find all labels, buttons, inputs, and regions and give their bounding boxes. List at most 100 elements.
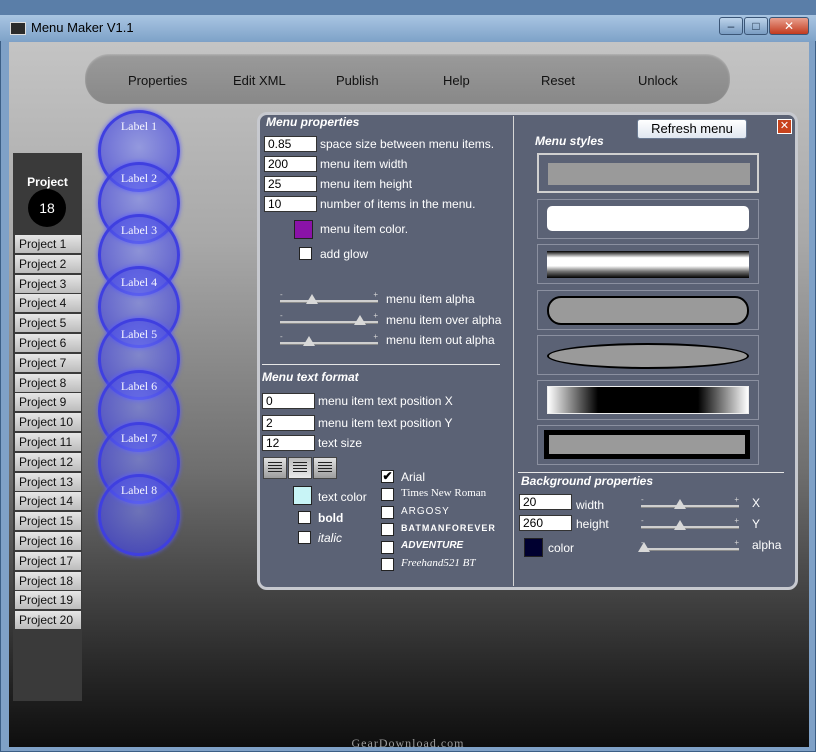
add-glow-label: add glow	[320, 247, 369, 261]
project-item[interactable]: Project 5	[15, 314, 81, 333]
bg-width-label: width	[576, 498, 605, 512]
project-item[interactable]: Project 16	[15, 532, 81, 550]
bg-y-slider[interactable]: - +	[641, 516, 739, 530]
refresh-menu-button[interactable]: Refresh menu	[637, 119, 747, 139]
text-color-label: text color	[318, 490, 367, 504]
menu-edit-xml[interactable]: Edit XML	[233, 73, 286, 88]
add-glow-checkbox[interactable]	[299, 247, 312, 260]
close-window-button[interactable]: ✕	[769, 17, 809, 35]
text-pos-x-input[interactable]	[262, 393, 315, 409]
preview-menu-label: Label 2	[120, 171, 158, 185]
project-item[interactable]: Project 1	[15, 235, 81, 253]
item-width-label: menu item width	[320, 157, 408, 171]
align-left-button[interactable]	[263, 457, 287, 479]
font-freehand-label: Freehand521 BT	[401, 557, 476, 569]
font-times-checkbox[interactable]	[381, 488, 394, 501]
project-item[interactable]: Project 13	[15, 472, 81, 491]
preview-menu-label: Label 4	[120, 275, 158, 289]
menu-help[interactable]: Help	[443, 73, 470, 88]
menu-unlock[interactable]: Unlock	[638, 73, 678, 88]
style-rounded-white[interactable]	[537, 199, 759, 239]
bg-height-input[interactable]	[519, 515, 572, 531]
align-center-button[interactable]	[288, 457, 312, 479]
watermark: GearDownload.com	[351, 736, 465, 750]
item-color-swatch[interactable]	[294, 220, 313, 239]
out-alpha-slider[interactable]: - +	[280, 332, 378, 346]
over-alpha-slider[interactable]: - +	[280, 311, 378, 325]
project-count-badge: 18	[28, 189, 66, 227]
project-item[interactable]: Project 20	[15, 611, 81, 630]
preview-menu-label: Label 1	[120, 119, 158, 133]
alpha-label: menu item alpha	[386, 292, 475, 306]
project-item[interactable]: Project 17	[15, 551, 81, 570]
text-color-swatch[interactable]	[293, 486, 312, 505]
alpha-slider[interactable]: - +	[280, 290, 378, 304]
text-format-title: Menu text format	[262, 370, 359, 384]
project-item[interactable]: Project 8	[15, 373, 81, 392]
italic-checkbox[interactable]	[298, 531, 311, 544]
style-flat[interactable]	[537, 153, 759, 193]
space-size-input[interactable]	[264, 136, 317, 152]
project-item[interactable]: Project 15	[15, 512, 81, 531]
item-width-input[interactable]	[264, 156, 317, 172]
background-title: Background properties	[521, 474, 654, 488]
style-pill-outline[interactable]	[537, 290, 759, 330]
project-item[interactable]: Project 2	[15, 254, 81, 273]
preview-menu-label: Label 8	[120, 483, 158, 497]
bg-alpha-slider[interactable]: - +	[637, 538, 739, 552]
menu-reset[interactable]: Reset	[541, 73, 575, 88]
font-freehand-checkbox[interactable]	[381, 558, 394, 571]
text-size-input[interactable]	[262, 435, 315, 451]
style-gradient[interactable]	[537, 380, 759, 420]
menu-properties[interactable]: Properties	[128, 73, 187, 88]
section-divider	[262, 364, 500, 365]
align-right-icon	[318, 462, 332, 474]
text-pos-x-label: menu item text position X	[318, 394, 453, 408]
font-arial-checkbox[interactable]: ✔	[381, 470, 394, 483]
project-item[interactable]: Project 10	[15, 413, 81, 432]
panel-divider	[513, 116, 514, 586]
bg-color-swatch[interactable]	[524, 538, 543, 557]
font-times-label: Times New Roman	[401, 487, 487, 499]
window-title: Menu Maker V1.1	[31, 20, 134, 35]
align-center-icon	[293, 462, 307, 474]
item-height-input[interactable]	[264, 176, 317, 192]
project-item[interactable]: Project 11	[15, 433, 81, 451]
project-item[interactable]: Project 18	[15, 571, 81, 590]
style-framed[interactable]	[537, 425, 759, 465]
project-item[interactable]: Project 12	[15, 452, 81, 471]
panel-close-icon[interactable]: ✕	[777, 119, 792, 134]
menu-properties-title: Menu properties	[266, 115, 360, 129]
item-height-label: menu item height	[320, 177, 413, 191]
align-right-button[interactable]	[313, 457, 337, 479]
style-glossy[interactable]	[537, 244, 759, 284]
project-item[interactable]: Project 7	[15, 353, 81, 372]
project-item[interactable]: Project 3	[15, 274, 81, 293]
item-count-input[interactable]	[264, 196, 317, 212]
bold-checkbox[interactable]	[298, 511, 311, 524]
font-argosy-checkbox[interactable]	[381, 506, 394, 519]
font-adventure-checkbox[interactable]	[381, 541, 394, 554]
project-item[interactable]: Project 6	[15, 334, 81, 352]
minimize-button[interactable]: –	[719, 17, 743, 35]
italic-label: italic	[318, 531, 343, 545]
align-left-icon	[268, 462, 282, 474]
font-batman-checkbox[interactable]	[381, 523, 394, 536]
menu-publish[interactable]: Publish	[336, 73, 379, 88]
project-item[interactable]: Project 9	[15, 393, 81, 412]
menu-styles-title: Menu styles	[535, 134, 604, 148]
style-ellipse[interactable]	[537, 335, 759, 375]
over-alpha-label: menu item over alpha	[386, 313, 502, 327]
project-item[interactable]: Project 19	[15, 591, 81, 610]
bold-label: bold	[318, 511, 344, 525]
maximize-button[interactable]: □	[744, 17, 768, 35]
project-item[interactable]: Project 14	[15, 492, 81, 511]
bg-x-label: X	[752, 496, 761, 510]
bg-width-input[interactable]	[519, 494, 572, 510]
bg-x-slider[interactable]: - +	[641, 495, 739, 509]
font-arial-label: Arial	[401, 470, 426, 484]
text-pos-y-input[interactable]	[262, 415, 315, 431]
bg-height-label: height	[576, 517, 609, 531]
bg-alpha-label: alpha	[752, 538, 782, 552]
project-item[interactable]: Project 4	[15, 294, 81, 313]
